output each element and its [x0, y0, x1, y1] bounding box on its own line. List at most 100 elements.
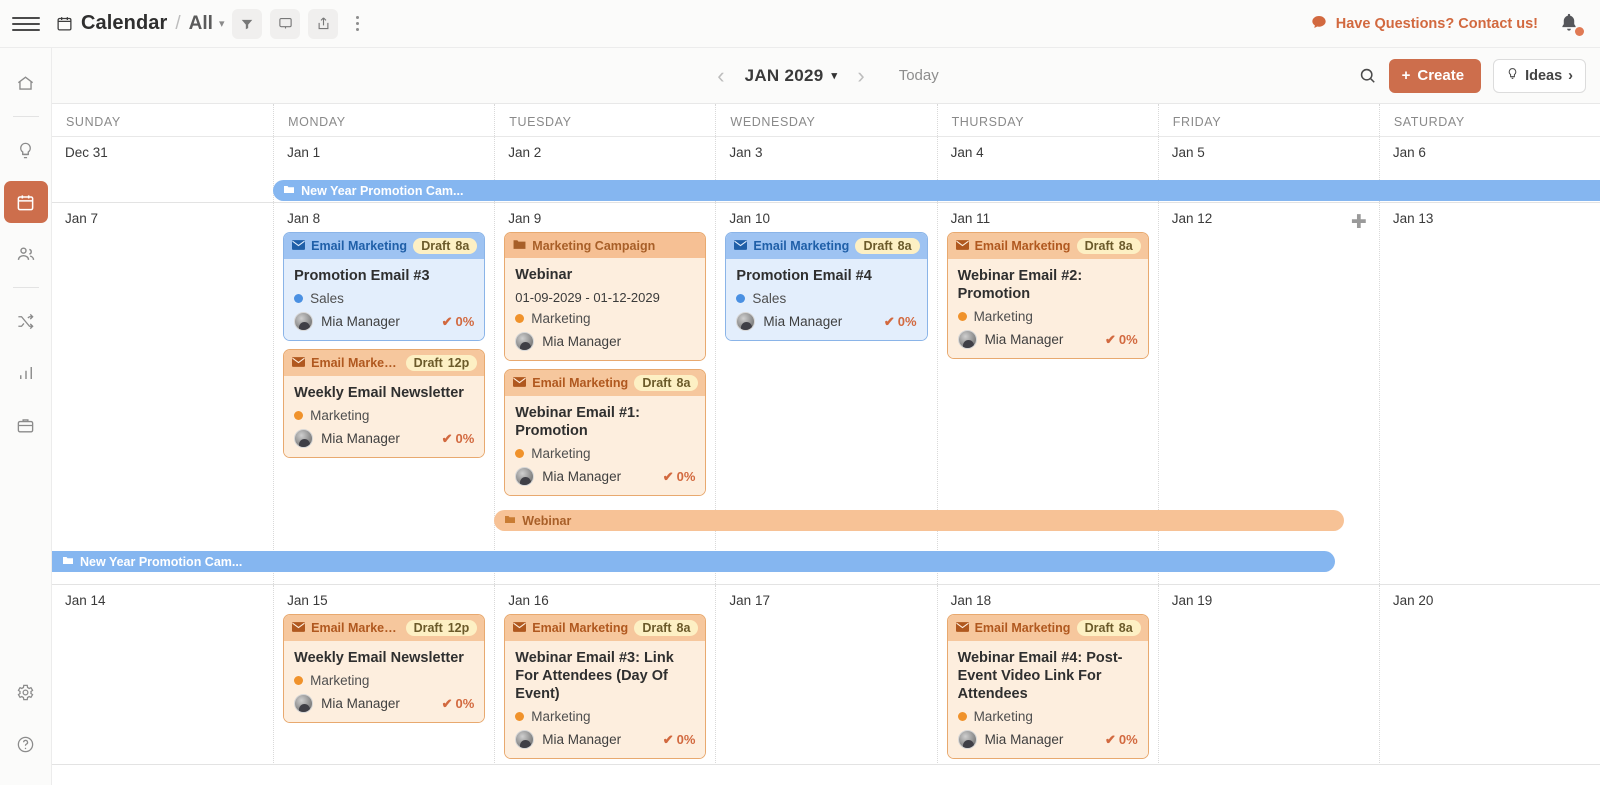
event-card[interactable]: Email Marketing Draft 8a Promotion Email… — [725, 232, 928, 342]
event-card[interactable]: Email Marketi... Draft 12p Weekly Email … — [283, 614, 486, 724]
create-label: Create — [1417, 67, 1465, 84]
day-number: Jan 3 — [729, 145, 763, 160]
plus-icon: + — [1401, 67, 1411, 84]
assignee-name: Mia Manager — [763, 314, 843, 330]
speech-bubble-icon — [1311, 14, 1327, 34]
day-cell[interactable]: Jan 13 — [1378, 203, 1600, 584]
search-icon[interactable] — [1358, 66, 1377, 85]
tag-dot — [515, 712, 525, 722]
check-icon: ✔ — [441, 430, 453, 446]
event-tag: Marketing — [957, 709, 1138, 724]
campaign-card-body: Webinar 01-09-2029 - 01-12-2029 Marketin… — [505, 258, 706, 361]
campaign-bar[interactable]: New Year Promotion Cam... — [273, 180, 1600, 201]
event-title: Webinar Email #3: Link For Attendees (Da… — [515, 650, 674, 703]
month-selector[interactable]: JAN 2029 ▾ — [745, 66, 838, 86]
day-cell[interactable]: Jan 15 Email Marketi... Draft 12p Weekly… — [273, 585, 494, 764]
sidebar-item-ideas[interactable] — [4, 129, 48, 171]
campaign-card[interactable]: Marketing Campaign Webinar 01-09-2029 - … — [504, 232, 707, 362]
tag-label: Marketing — [310, 408, 370, 424]
chevron-down-icon[interactable]: ▾ — [219, 17, 225, 30]
sidebar-item-people[interactable] — [4, 233, 48, 275]
event-card[interactable]: Email Marketing Draft 8a Webinar Email #… — [946, 232, 1149, 360]
day-number: Jan 11 — [950, 211, 991, 226]
sidebar-item-calendar[interactable] — [3, 181, 48, 223]
event-tag: Sales — [294, 291, 474, 306]
event-card[interactable]: Email Marketing Draft 8a Promotion Email… — [283, 232, 486, 342]
progress-indicator: ✔ 0% — [663, 469, 696, 485]
event-type-label: Email Marketing — [753, 239, 850, 253]
filter-button[interactable] — [232, 8, 263, 39]
day-cell[interactable]: Jan 20 — [1378, 585, 1600, 764]
event-card[interactable]: Email Marketing Draft 8a Webinar Email #… — [946, 614, 1149, 760]
chevron-right-icon[interactable]: › — [853, 63, 868, 89]
day-number: Jan 13 — [1392, 211, 1434, 226]
today-button[interactable]: Today — [899, 67, 939, 84]
day-cell[interactable]: Jan 17 — [715, 585, 936, 764]
event-footer: Mia Manager ✔ 0% — [736, 312, 917, 332]
sidebar-item-settings[interactable] — [4, 671, 48, 713]
sidebar-item-workflows[interactable] — [4, 300, 48, 342]
event-card-body: Webinar Email #2: Promotion Marketing Mi… — [947, 259, 1148, 359]
event-card-header: Email Marketi... Draft 12p — [284, 615, 485, 641]
envelope-icon — [734, 239, 748, 253]
kebab-menu-icon[interactable] — [348, 16, 366, 31]
day-cell[interactable]: Jan 7 — [52, 203, 273, 584]
calendar-weeks: Dec 31 Jan 1 Jan 2 Jan 3 Jan 4 Jan 5 Jan… — [52, 137, 1600, 785]
progress-value: 0% — [676, 732, 696, 748]
day-cell[interactable]: Jan 18 Email Marketing Draft 8a Webinar … — [936, 585, 1158, 764]
page-title: Calendar — [81, 12, 168, 34]
day-number: Jan 17 — [729, 593, 770, 608]
event-tag: Marketing — [294, 673, 474, 688]
hamburger-icon[interactable] — [12, 10, 40, 38]
day-cell[interactable]: Jan 19 — [1157, 585, 1379, 764]
day-number: Jan 15 — [287, 593, 328, 608]
sidebar-item-help[interactable] — [4, 723, 48, 765]
create-button[interactable]: + Create — [1388, 58, 1482, 93]
event-card[interactable]: Email Marketing Draft 8a Webinar Email #… — [504, 369, 707, 497]
day-cell[interactable]: Jan 14 — [52, 585, 273, 764]
display-button[interactable] — [270, 8, 301, 39]
day-number: Jan 7 — [65, 211, 99, 226]
day-number: Jan 10 — [729, 211, 770, 226]
event-footer: Mia Manager ✔ 0% — [294, 312, 475, 332]
day-number: Jan 20 — [1392, 593, 1434, 608]
tag-label: Marketing — [531, 709, 591, 725]
webinar-bar[interactable]: Webinar — [494, 510, 1345, 531]
share-button[interactable] — [308, 8, 339, 39]
assignee-name: Mia Manager — [321, 431, 400, 447]
sidebar-item-analytics[interactable] — [4, 352, 48, 394]
day-cell[interactable]: Dec 31 — [52, 137, 273, 202]
ideas-button[interactable]: Ideas › — [1493, 58, 1586, 93]
event-card-header: Email Marketing Draft 8a — [947, 233, 1148, 259]
chevron-left-icon[interactable]: ‹ — [713, 63, 728, 89]
day-number: Jan 5 — [1171, 145, 1205, 160]
sidebar-item-home[interactable] — [4, 62, 48, 104]
tag-dot — [736, 294, 746, 304]
tag-label: Sales — [310, 291, 344, 307]
check-icon: ✔ — [883, 313, 895, 329]
notification-badge — [1575, 26, 1584, 36]
badge-time: 8a — [1118, 621, 1133, 635]
assignee-name: Mia Manager — [984, 732, 1064, 748]
ideas-label: Ideas — [1525, 67, 1563, 84]
notification-bell-icon[interactable] — [1558, 12, 1584, 36]
event-footer: Mia Manager ✔ 0% — [294, 694, 474, 714]
progress-indicator: ✔ 0% — [1105, 732, 1138, 748]
campaign-type-label: Marketing Campaign — [532, 238, 656, 253]
campaign-bar[interactable]: New Year Promotion Cam... — [52, 551, 1336, 572]
breadcrumb-scope[interactable]: All — [189, 13, 213, 35]
contact-us-link[interactable]: Have Questions? Contact us! — [1311, 14, 1538, 34]
progress-value: 0% — [676, 469, 696, 485]
dow-thursday: THURSDAY — [936, 104, 1158, 136]
day-cell[interactable]: Jan 8 Email Marketing Draft 8a Promotion… — [273, 203, 494, 584]
sidebar-item-projects[interactable] — [4, 404, 48, 446]
event-card[interactable]: Email Marketing Draft 8a Webinar Email #… — [504, 614, 707, 760]
day-cell[interactable]: Jan 16 Email Marketing Draft 8a Webinar … — [494, 585, 715, 764]
add-event-button[interactable]: ✚ — [1351, 213, 1367, 232]
event-card[interactable]: Email Marketi... Draft 12p Weekly Email … — [283, 349, 486, 459]
day-number: Jan 14 — [65, 593, 106, 608]
progress-value: 0% — [455, 314, 475, 330]
top-bar: Calendar / All ▾ Have Questions? Contact… — [0, 0, 1600, 48]
event-tag: Marketing — [515, 709, 695, 724]
badge-status: Draft — [642, 621, 672, 635]
